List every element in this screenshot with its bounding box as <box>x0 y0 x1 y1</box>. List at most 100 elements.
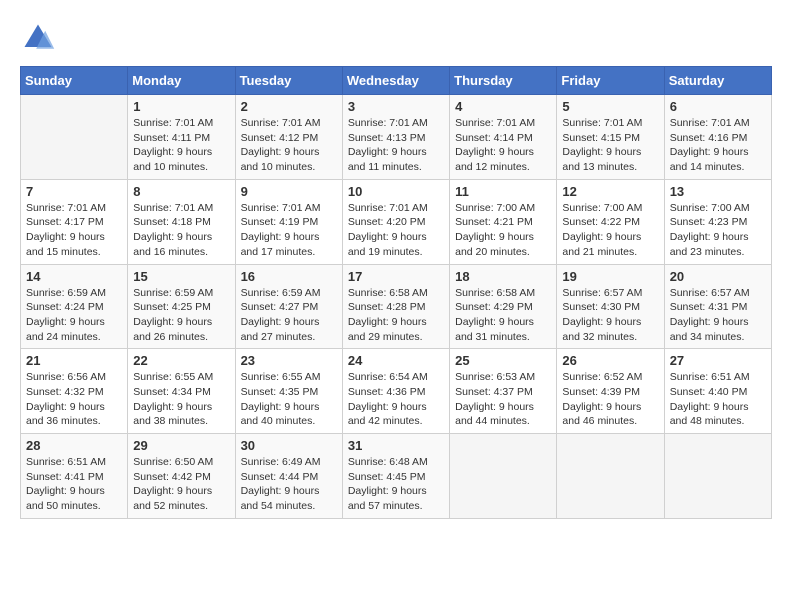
day-number: 25 <box>455 353 551 368</box>
day-info: Sunrise: 7:01 AMSunset: 4:12 PMDaylight:… <box>241 116 337 175</box>
day-header-monday: Monday <box>128 67 235 95</box>
calendar-cell <box>450 434 557 519</box>
day-header-sunday: Sunday <box>21 67 128 95</box>
day-number: 8 <box>133 184 229 199</box>
calendar-cell: 26 Sunrise: 6:52 AMSunset: 4:39 PMDayligh… <box>557 349 664 434</box>
day-info: Sunrise: 6:55 AMSunset: 4:34 PMDaylight:… <box>133 370 229 429</box>
day-info: Sunrise: 6:52 AMSunset: 4:39 PMDaylight:… <box>562 370 658 429</box>
calendar-cell: 24Sunrise: 6:54 AMSunset: 4:36 PMDayligh… <box>342 349 449 434</box>
day-info: Sunrise: 7:01 AMSunset: 4:15 PMDaylight:… <box>562 116 658 175</box>
day-info: Sunrise: 7:01 AMSunset: 4:13 PMDaylight:… <box>348 116 444 175</box>
day-number: 12 <box>562 184 658 199</box>
day-info: Sunrise: 6:58 AMSunset: 4:29 PMDaylight:… <box>455 286 551 345</box>
calendar-cell: 10 Sunrise: 7:01 AMSunset: 4:20 PMDayligh… <box>342 179 449 264</box>
day-number: 19 <box>562 269 658 284</box>
day-info: Sunrise: 7:01 AMSunset: 4:20 PMDaylight:… <box>348 201 444 260</box>
calendar-cell: 2 Sunrise: 7:01 AMSunset: 4:12 PMDaylight… <box>235 95 342 180</box>
day-info: Sunrise: 6:49 AMSunset: 4:44 PMDaylight:… <box>241 455 337 514</box>
day-number: 31 <box>348 438 444 453</box>
day-info: Sunrise: 6:56 AMSunset: 4:32 PMDaylight:… <box>26 370 122 429</box>
calendar-cell: 23 Sunrise: 6:55 AMSunset: 4:35 PMDayligh… <box>235 349 342 434</box>
calendar-cell: 17 Sunrise: 6:58 AMSunset: 4:28 PMDayligh… <box>342 264 449 349</box>
day-number: 23 <box>241 353 337 368</box>
calendar-cell: 25 Sunrise: 6:53 AMSunset: 4:37 PMDayligh… <box>450 349 557 434</box>
day-info: Sunrise: 6:59 AMSunset: 4:27 PMDaylight:… <box>241 286 337 345</box>
day-header-thursday: Thursday <box>450 67 557 95</box>
calendar-cell: 1 Sunrise: 7:01 AMSunset: 4:11 PMDaylight… <box>128 95 235 180</box>
day-header-tuesday: Tuesday <box>235 67 342 95</box>
calendar-cell: 16 Sunrise: 6:59 AMSunset: 4:27 PMDayligh… <box>235 264 342 349</box>
day-number: 2 <box>241 99 337 114</box>
day-number: 27 <box>670 353 766 368</box>
day-number: 18 <box>455 269 551 284</box>
calendar-cell: 29 Sunrise: 6:50 AMSunset: 4:42 PMDayligh… <box>128 434 235 519</box>
day-number: 14 <box>26 269 122 284</box>
calendar-cell: 20 Sunrise: 6:57 AMSunset: 4:31 PMDayligh… <box>664 264 771 349</box>
day-number: 15 <box>133 269 229 284</box>
calendar-cell: 13 Sunrise: 7:00 AMSunset: 4:23 PMDayligh… <box>664 179 771 264</box>
day-number: 17 <box>348 269 444 284</box>
day-number: 5 <box>562 99 658 114</box>
day-number: 16 <box>241 269 337 284</box>
calendar-cell: 28Sunrise: 6:51 AMSunset: 4:41 PMDayligh… <box>21 434 128 519</box>
day-info: Sunrise: 7:00 AMSunset: 4:21 PMDaylight:… <box>455 201 551 260</box>
calendar-cell: 19 Sunrise: 6:57 AMSunset: 4:30 PMDayligh… <box>557 264 664 349</box>
day-number: 21 <box>26 353 122 368</box>
calendar-cell <box>21 95 128 180</box>
day-number: 13 <box>670 184 766 199</box>
day-info: Sunrise: 6:50 AMSunset: 4:42 PMDaylight:… <box>133 455 229 514</box>
day-info: Sunrise: 7:01 AMSunset: 4:19 PMDaylight:… <box>241 201 337 260</box>
day-info: Sunrise: 7:01 AMSunset: 4:17 PMDaylight:… <box>26 201 122 260</box>
calendar-cell: 9 Sunrise: 7:01 AMSunset: 4:19 PMDaylight… <box>235 179 342 264</box>
calendar-cell: 30 Sunrise: 6:49 AMSunset: 4:44 PMDayligh… <box>235 434 342 519</box>
calendar-cell: 3Sunrise: 7:01 AMSunset: 4:13 PMDaylight… <box>342 95 449 180</box>
day-number: 28 <box>26 438 122 453</box>
day-info: Sunrise: 7:01 AMSunset: 4:11 PMDaylight:… <box>133 116 229 175</box>
day-info: Sunrise: 6:59 AMSunset: 4:25 PMDaylight:… <box>133 286 229 345</box>
calendar-cell: 7 Sunrise: 7:01 AMSunset: 4:17 PMDaylight… <box>21 179 128 264</box>
logo-icon <box>20 20 56 56</box>
day-number: 11 <box>455 184 551 199</box>
day-number: 20 <box>670 269 766 284</box>
calendar-cell: 12 Sunrise: 7:00 AMSunset: 4:22 PMDayligh… <box>557 179 664 264</box>
day-header-friday: Friday <box>557 67 664 95</box>
day-info: Sunrise: 7:01 AMSunset: 4:16 PMDaylight:… <box>670 116 766 175</box>
day-number: 9 <box>241 184 337 199</box>
day-number: 7 <box>26 184 122 199</box>
day-info: Sunrise: 6:57 AMSunset: 4:31 PMDaylight:… <box>670 286 766 345</box>
calendar-cell: 21 Sunrise: 6:56 AMSunset: 4:32 PMDayligh… <box>21 349 128 434</box>
day-info: Sunrise: 6:58 AMSunset: 4:28 PMDaylight:… <box>348 286 444 345</box>
calendar-cell <box>664 434 771 519</box>
day-info: Sunrise: 6:48 AMSunset: 4:45 PMDaylight:… <box>348 455 444 514</box>
day-info: Sunrise: 7:01 AMSunset: 4:14 PMDaylight:… <box>455 116 551 175</box>
day-number: 24 <box>348 353 444 368</box>
day-info: Sunrise: 6:55 AMSunset: 4:35 PMDaylight:… <box>241 370 337 429</box>
day-info: Sunrise: 6:51 AMSunset: 4:40 PMDaylight:… <box>670 370 766 429</box>
calendar-cell: 5 Sunrise: 7:01 AMSunset: 4:15 PMDaylight… <box>557 95 664 180</box>
day-number: 10 <box>348 184 444 199</box>
calendar-cell: 15 Sunrise: 6:59 AMSunset: 4:25 PMDayligh… <box>128 264 235 349</box>
calendar-table: SundayMondayTuesdayWednesdayThursdayFrid… <box>20 66 772 519</box>
calendar-cell: 31 Sunrise: 6:48 AMSunset: 4:45 PMDayligh… <box>342 434 449 519</box>
day-info: Sunrise: 6:59 AMSunset: 4:24 PMDaylight:… <box>26 286 122 345</box>
day-info: Sunrise: 6:57 AMSunset: 4:30 PMDaylight:… <box>562 286 658 345</box>
calendar-cell: 6 Sunrise: 7:01 AMSunset: 4:16 PMDaylight… <box>664 95 771 180</box>
day-header-wednesday: Wednesday <box>342 67 449 95</box>
day-info: Sunrise: 7:01 AMSunset: 4:18 PMDaylight:… <box>133 201 229 260</box>
day-info: Sunrise: 6:53 AMSunset: 4:37 PMDaylight:… <box>455 370 551 429</box>
calendar-cell: 4 Sunrise: 7:01 AMSunset: 4:14 PMDaylight… <box>450 95 557 180</box>
day-number: 1 <box>133 99 229 114</box>
day-number: 6 <box>670 99 766 114</box>
day-number: 4 <box>455 99 551 114</box>
page-header <box>20 20 772 56</box>
calendar-cell: 18 Sunrise: 6:58 AMSunset: 4:29 PMDayligh… <box>450 264 557 349</box>
day-number: 26 <box>562 353 658 368</box>
calendar-cell: 22Sunrise: 6:55 AMSunset: 4:34 PMDayligh… <box>128 349 235 434</box>
day-number: 29 <box>133 438 229 453</box>
calendar-cell: 8 Sunrise: 7:01 AMSunset: 4:18 PMDaylight… <box>128 179 235 264</box>
day-info: Sunrise: 7:00 AMSunset: 4:23 PMDaylight:… <box>670 201 766 260</box>
day-info: Sunrise: 7:00 AMSunset: 4:22 PMDaylight:… <box>562 201 658 260</box>
calendar-cell: 14 Sunrise: 6:59 AMSunset: 4:24 PMDayligh… <box>21 264 128 349</box>
day-number: 30 <box>241 438 337 453</box>
day-header-saturday: Saturday <box>664 67 771 95</box>
